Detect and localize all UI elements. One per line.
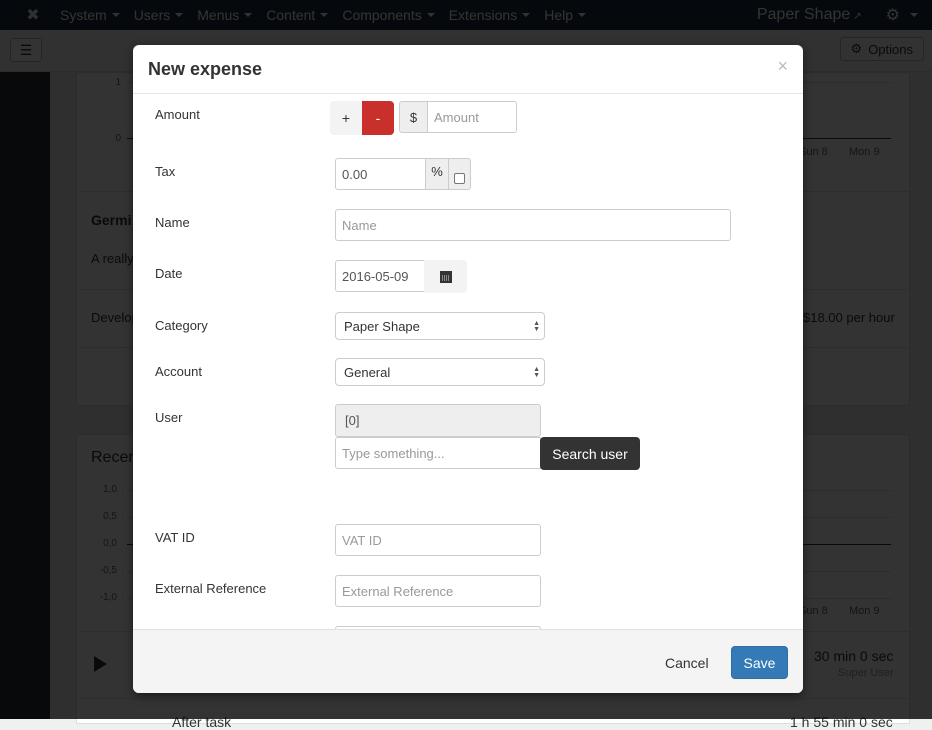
cancel-button[interactable]: Cancel	[655, 646, 719, 680]
name-input[interactable]: Name	[335, 209, 731, 241]
close-icon[interactable]: ×	[777, 57, 788, 75]
select-arrows-icon: ▲ ▼	[533, 366, 540, 379]
calendar-button[interactable]	[424, 260, 467, 293]
tax-checkbox-addon	[448, 158, 471, 190]
tax-label: Tax	[155, 164, 176, 179]
vat-id-label: VAT ID	[155, 530, 195, 545]
user-search-input[interactable]: Type something...	[335, 437, 541, 469]
select-arrows-icon: ▲ ▼	[533, 320, 540, 333]
external-reference-label: External Reference	[155, 581, 267, 596]
account-label: Account	[155, 364, 202, 379]
category-select[interactable]: Paper Shape ▲ ▼	[335, 312, 545, 340]
user-id-field: [0]	[335, 404, 541, 437]
external-reference-input[interactable]: External Reference	[335, 575, 541, 607]
search-user-button[interactable]: Search user	[540, 437, 640, 470]
tax-input[interactable]: 0.00	[335, 158, 426, 190]
date-label: Date	[155, 266, 183, 281]
minus-button[interactable]: -	[362, 101, 394, 135]
modal-body[interactable]: Amount + - $ Amount Tax 0.00 % Name Name…	[133, 94, 803, 629]
amount-label: Amount	[155, 107, 200, 122]
tax-inclusive-checkbox[interactable]	[454, 172, 465, 184]
vat-id-input[interactable]: VAT ID	[335, 524, 541, 556]
category-label: Category	[155, 318, 208, 333]
user-label: User	[155, 410, 183, 425]
category-selected: Paper Shape	[344, 318, 420, 334]
date-input[interactable]: 2016-05-09	[335, 260, 425, 292]
modal-header: New expense ×	[133, 45, 803, 94]
save-button[interactable]: Save	[731, 646, 788, 679]
percent-addon: %	[425, 158, 449, 190]
modal-footer: Cancel Save	[133, 629, 803, 693]
currency-addon: $	[399, 101, 428, 133]
account-selected: General	[344, 364, 391, 380]
calendar-icon	[439, 270, 452, 283]
amount-input[interactable]: Amount	[427, 101, 517, 133]
account-select[interactable]: General ▲ ▼	[335, 358, 545, 386]
modal-title: New expense	[148, 59, 263, 79]
plus-button[interactable]: +	[330, 101, 362, 135]
name-label: Name	[155, 215, 190, 230]
new-expense-modal: New expense × Amount + - $ Amount Tax 0.…	[133, 45, 803, 693]
